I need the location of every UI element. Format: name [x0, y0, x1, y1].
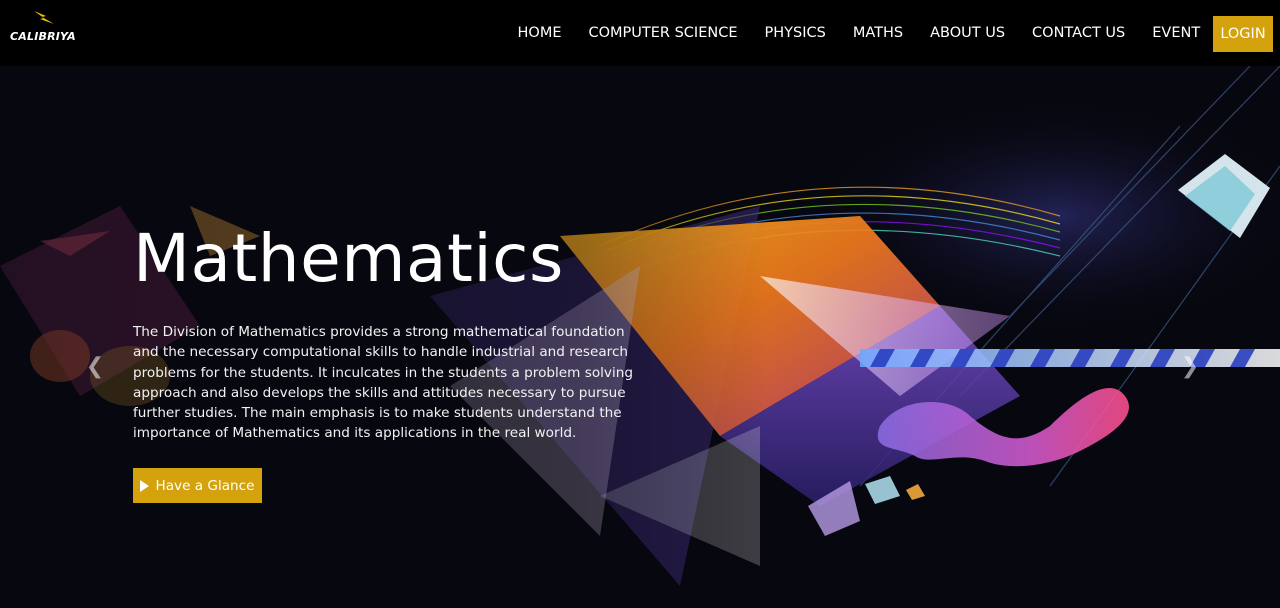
lightning-bolt-icon [34, 11, 54, 24]
have-a-glance-button[interactable]: Have a Glance [133, 468, 262, 503]
nav-event[interactable]: EVENT [1152, 25, 1200, 41]
chevron-left-icon[interactable]: ❮ [83, 354, 107, 379]
site-logo[interactable]: CALIBRIYA [10, 10, 80, 50]
chevron-right-icon[interactable]: ❯ [1178, 354, 1202, 379]
hero-slider: Mathematics The Division of Mathematics … [0, 66, 1280, 608]
main-nav: HOME COMPUTER SCIENCE PHYSICS MATHS ABOU… [504, 0, 1214, 66]
nav-computer-science[interactable]: COMPUTER SCIENCE [589, 25, 738, 41]
play-icon [140, 479, 150, 492]
top-navbar: CALIBRIYA HOME COMPUTER SCIENCE PHYSICS … [0, 0, 1280, 66]
nav-contact-us[interactable]: CONTACT US [1032, 25, 1125, 41]
nav-about-us[interactable]: ABOUT US [930, 25, 1005, 41]
hero-description: The Division of Mathematics provides a s… [133, 324, 633, 442]
nav-maths[interactable]: MATHS [853, 25, 903, 41]
logo-text: CALIBRIYA [10, 30, 76, 43]
hero-title: Mathematics [133, 220, 564, 297]
nav-home[interactable]: HOME [518, 25, 562, 41]
login-button[interactable]: LOGIN [1213, 16, 1273, 52]
nav-physics[interactable]: PHYSICS [765, 25, 826, 41]
have-a-glance-label: Have a Glance [155, 477, 255, 494]
